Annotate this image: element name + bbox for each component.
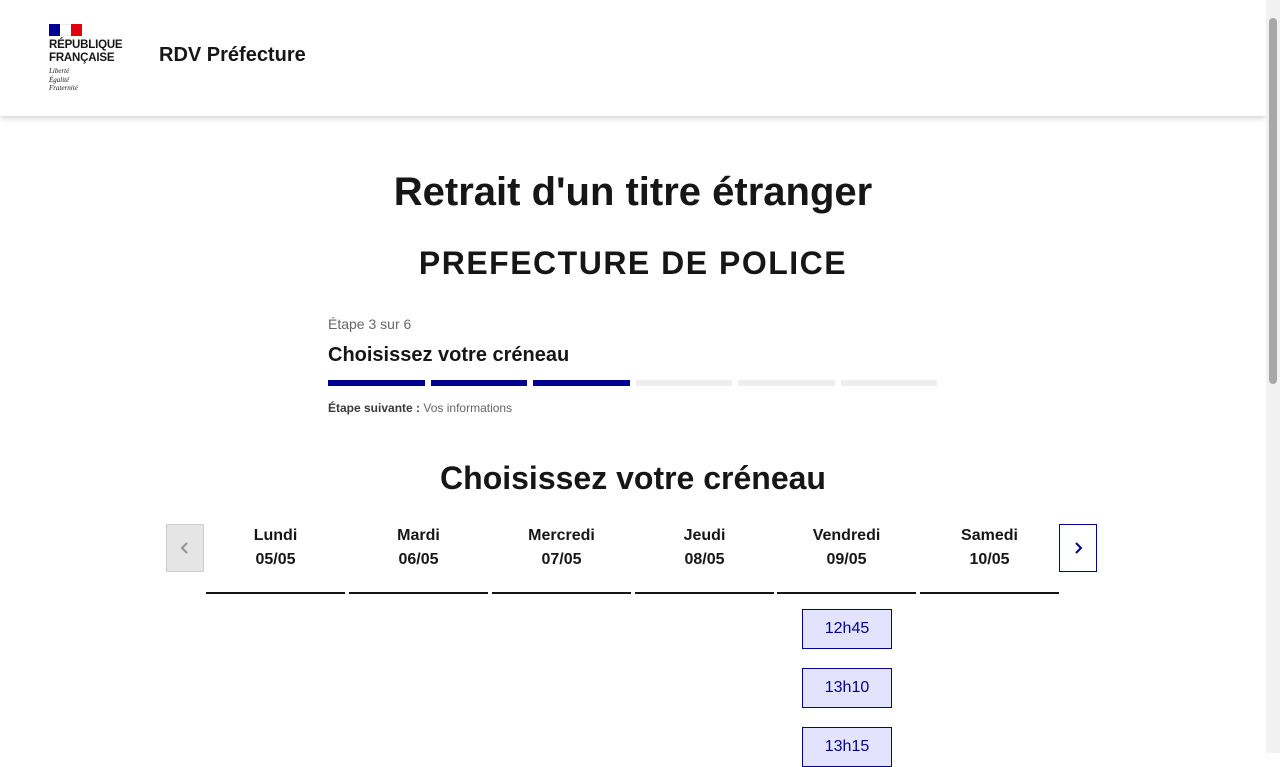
step-bar [738, 380, 835, 386]
step-bar [840, 380, 937, 386]
page-title: Retrait d'un titre étranger [393, 170, 873, 214]
logo-text: RÉPUBLIQUE FRANÇAISE [49, 39, 123, 64]
day-name: Mercredi [528, 527, 595, 544]
french-flag-icon [49, 24, 82, 36]
day-name: Vendredi [812, 527, 881, 544]
slot-section-title: Choisissez votre créneau [440, 460, 826, 496]
time-slot-button[interactable]: 12h45 [802, 609, 892, 649]
step-bar [430, 380, 527, 386]
day-name: Samedi [961, 527, 1018, 544]
day-date: 09/05 [826, 551, 867, 568]
step-bar [328, 380, 425, 386]
site-header: RÉPUBLIQUE FRANÇAISE Liberté Égalité Fra… [0, 0, 1266, 116]
day-column-header: Jeudi 08/05 [635, 524, 774, 594]
day-name: Lundi [253, 527, 298, 544]
stepper: Étape 3 sur 6 Choisissez votre créneau É… [328, 316, 940, 415]
day-date: 06/05 [398, 551, 439, 568]
logo-motto: Liberté Égalité Fraternité [49, 67, 78, 92]
chevron-right-icon [1075, 542, 1083, 554]
day-column-header: Mercredi 07/05 [492, 524, 631, 594]
day-date: 05/05 [255, 551, 296, 568]
day-name: Jeudi [683, 527, 726, 544]
day-date: 08/05 [684, 551, 725, 568]
day-date: 07/05 [541, 551, 582, 568]
previous-week-button[interactable] [166, 524, 204, 572]
vertical-scrollbar[interactable] [1266, 0, 1280, 753]
day-date: 10/05 [969, 551, 1010, 568]
scrollbar-thumb[interactable] [1269, 18, 1277, 384]
day-column-header: Lundi 05/05 [206, 524, 345, 594]
chevron-left-icon [180, 542, 188, 554]
next-week-button[interactable] [1059, 524, 1097, 572]
service-title[interactable]: RDV Préfecture [159, 44, 306, 67]
step-state: Étape 3 sur 6 [328, 316, 412, 332]
next-step-info: Étape suivante : Vos informations [328, 401, 940, 415]
step-progress-bars [328, 380, 940, 386]
day-column-header: Samedi 10/05 [920, 524, 1059, 594]
time-slot-button[interactable]: 13h15 [802, 727, 892, 767]
next-step-label: Étape suivante : [328, 401, 421, 415]
day-column-header: Vendredi 09/05 [777, 524, 916, 594]
time-slot-button[interactable]: 13h10 [802, 668, 892, 708]
organization-title: PREFECTURE DE POLICE [418, 245, 848, 281]
next-step-value: Vos informations [423, 401, 513, 415]
republique-francaise-logo[interactable]: RÉPUBLIQUE FRANÇAISE Liberté Égalité Fra… [49, 24, 129, 94]
step-bar [635, 380, 732, 386]
day-column-header: Mardi 06/05 [349, 524, 488, 594]
step-bar [533, 380, 630, 386]
step-title: Choisissez votre créneau [328, 344, 570, 366]
day-name: Mardi [397, 527, 440, 544]
